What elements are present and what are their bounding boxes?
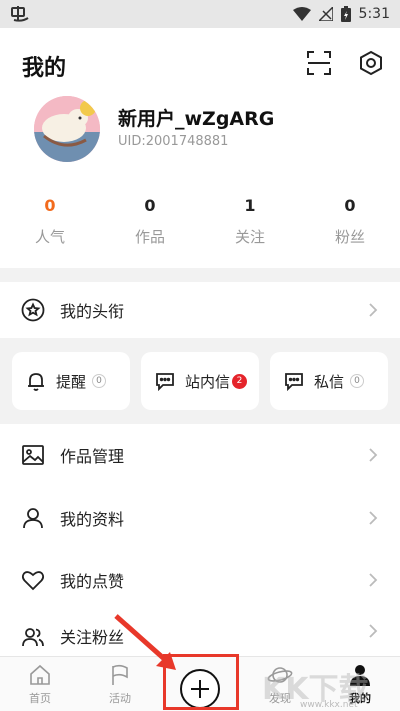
menu-item-titles[interactable]: 我的头衔 [0, 282, 400, 338]
planet-icon [267, 667, 293, 683]
stat-label: 粉丝 [334, 228, 365, 246]
count-badge: 0 [92, 374, 107, 388]
status-right: 5:31 [292, 6, 390, 22]
stat-label: 作品 [134, 228, 165, 246]
quick-action-label: 提醒 [56, 372, 87, 391]
publish-button[interactable] [180, 669, 220, 709]
tab-me[interactable]: 我的 [320, 657, 400, 711]
user-icon [20, 505, 46, 531]
stats-row: 0 人气 0 作品 1 关注 0 粉丝 [0, 196, 400, 247]
menu-item-label: 作品管理 [60, 447, 125, 466]
stat-fans[interactable]: 0 粉丝 [300, 196, 400, 247]
settings-icon [360, 50, 382, 76]
battery-icon [340, 6, 351, 22]
chevron-right-icon [369, 511, 378, 525]
tab-label: 活动 [109, 692, 131, 705]
stat-value: 0 [44, 196, 56, 215]
bell-icon [24, 369, 48, 393]
chevron-right-icon [369, 303, 378, 317]
tab-label: 发现 [269, 692, 291, 705]
menu-item-likes[interactable]: 我的点赞 [0, 552, 400, 608]
stat-value: 1 [244, 196, 256, 215]
chat-bubble-icon [153, 369, 177, 393]
username: 新用户_wZgARG [118, 108, 275, 130]
heart-icon [20, 567, 46, 593]
status-bar: 5:31 [0, 0, 400, 28]
wifi-icon [292, 7, 311, 21]
home-icon [30, 664, 50, 685]
stat-works[interactable]: 0 作品 [100, 196, 200, 247]
flag-icon [112, 664, 128, 685]
user-filled-icon [350, 665, 370, 686]
count-badge: 0 [350, 374, 365, 388]
menu-item-works[interactable]: 作品管理 [0, 427, 400, 483]
quick-action-reminders[interactable]: 提醒 0 [12, 352, 130, 410]
signal-icon [318, 7, 333, 21]
scan-button[interactable] [304, 48, 334, 78]
menu-item-label: 关注粉丝 [60, 628, 125, 647]
tab-discover[interactable]: 发现 [240, 657, 320, 711]
chevron-right-icon [369, 573, 378, 587]
menu-item-followers[interactable]: 关注粉丝 [0, 614, 400, 658]
avatar-image [34, 96, 100, 162]
quick-actions: 提醒 0 站内信 2 私信 0 [0, 340, 400, 420]
app-notification-icon [11, 6, 29, 22]
settings-button[interactable] [356, 48, 386, 78]
tab-home[interactable]: 首页 [0, 657, 80, 711]
tab-label: 我的 [349, 692, 371, 705]
tab-publish[interactable] [160, 657, 240, 711]
stat-value: 0 [144, 196, 156, 215]
quick-action-label: 私信 [314, 372, 345, 391]
menu-item-label: 我的头衔 [60, 302, 125, 321]
scan-icon [307, 51, 331, 75]
quick-action-label: 站内信 [185, 372, 231, 391]
user-id: UID:2001748881 [118, 134, 229, 149]
quick-action-inbox[interactable]: 站内信 2 [141, 352, 259, 410]
bottom-tab-bar: 首页 活动 发现 我的 [0, 656, 400, 711]
quick-action-messages[interactable]: 私信 0 [270, 352, 388, 410]
menu-item-profile[interactable]: 我的资料 [0, 490, 400, 546]
message-icon [282, 369, 306, 393]
tab-activity[interactable]: 活动 [80, 657, 160, 711]
stat-popularity[interactable]: 0 人气 [0, 196, 100, 247]
menu-item-label: 我的点赞 [60, 572, 125, 591]
stat-value: 0 [344, 196, 356, 215]
unread-badge: 2 [232, 373, 248, 389]
status-time: 5:31 [358, 6, 390, 22]
star-badge-icon [20, 297, 46, 323]
menu-item-label: 我的资料 [60, 510, 125, 529]
chevron-right-icon [369, 448, 378, 462]
status-left [10, 6, 30, 22]
avatar[interactable] [34, 96, 100, 162]
users-icon [20, 624, 46, 650]
stat-label: 关注 [234, 228, 265, 246]
image-icon [20, 442, 46, 468]
stat-label: 人气 [34, 228, 65, 246]
chevron-right-icon [369, 624, 378, 638]
page-title: 我的 [22, 56, 67, 81]
plus-icon [191, 680, 209, 698]
profile-header: 我的 新用户_wZgARG UID:2001748881 0 人气 0 作品 1… [0, 28, 400, 268]
tab-label: 首页 [29, 692, 51, 705]
stat-following[interactable]: 1 关注 [200, 196, 300, 247]
